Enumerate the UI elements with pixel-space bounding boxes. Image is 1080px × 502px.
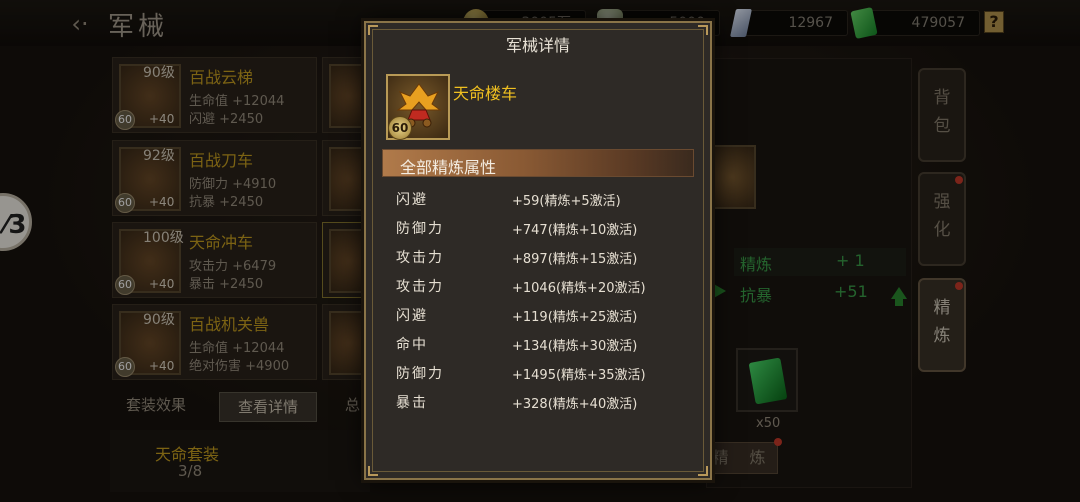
jade-icon <box>850 7 878 39</box>
attribute-value: +1495(精炼+35激活) <box>512 368 646 383</box>
equip-badge: 60 <box>115 357 135 377</box>
equip-stat: 闪避 +2450 <box>189 112 264 127</box>
refine-value: + 1 <box>836 251 865 270</box>
frame-corner <box>368 466 378 476</box>
equip-refine: +40 <box>149 277 175 291</box>
equip-refine: +40 <box>149 359 175 373</box>
tab-label: 背包 <box>933 88 951 136</box>
attribute-name: 闪避 <box>396 308 428 324</box>
attribute-name: 攻击力 <box>396 279 444 295</box>
jade-value: 479057 <box>911 15 965 31</box>
tab-backpack[interactable]: 背包 <box>918 68 966 162</box>
view-details-button[interactable]: 查看详情 <box>219 392 317 422</box>
page-title: 军械 <box>108 12 169 42</box>
attribute-row: 暴击 +328(精炼+40激活) <box>396 392 696 412</box>
crystal-resource[interactable]: 12967 <box>730 9 848 37</box>
refine-button[interactable]: 精 炼 <box>708 442 778 474</box>
equip-badge: 60 <box>115 275 135 295</box>
attribute-value: +134(精炼+30激活) <box>512 339 638 354</box>
equip-stat: 生命值 +12044 <box>189 94 285 109</box>
jade-resource[interactable]: 479057 <box>850 7 980 39</box>
equipment-detail-dialog: 军械详情 60 天命楼车 全部精炼属性 闪避 +59(精炼+5激活) 防御力 +… <box>364 21 712 480</box>
attribute-value: +59(精炼+5激活) <box>512 194 621 209</box>
tab-set-effect[interactable]: 套装效果 <box>126 394 186 415</box>
equip-level: 92级 <box>143 148 175 164</box>
attribute-name: 攻击力 <box>396 250 444 266</box>
attribute-row: 闪避 +59(精炼+5激活) <box>396 189 696 209</box>
attribute-value: +119(精炼+25激活) <box>512 310 638 325</box>
jade-icon <box>748 357 788 405</box>
equip-thumbnail <box>329 147 369 211</box>
equip-badge: 60 <box>115 193 135 213</box>
equip-stat: 抗暴 +2450 <box>189 195 264 210</box>
stat-label: 抗暴 <box>740 286 773 305</box>
equip-card[interactable]: 90级 60 +40 百战云梯 生命值 +12044 闪避 +2450 <box>112 57 317 133</box>
attribute-value: +747(精炼+10激活) <box>512 223 638 238</box>
tab-total[interactable]: 总 <box>345 394 360 415</box>
notification-dot <box>774 438 782 446</box>
help-icon[interactable]: ? <box>984 11 1004 33</box>
selected-equip-thumbnail <box>708 145 756 209</box>
item-icon: 60 <box>386 74 450 140</box>
set-panel <box>110 430 370 492</box>
attribute-row: 防御力 +747(精炼+10激活) <box>396 218 696 238</box>
attribute-row: 攻击力 +1046(精炼+20激活) <box>396 276 696 296</box>
frame-corner <box>698 466 708 476</box>
floating-assistant-icon[interactable]: ⁄3 <box>0 193 32 251</box>
stat-value: +51 <box>834 282 868 301</box>
equip-stat: 防御力 +4910 <box>189 177 277 192</box>
equip-stat: 攻击力 +6479 <box>189 259 277 274</box>
attribute-value: +328(精炼+40激活) <box>512 397 638 412</box>
equip-name: 天命冲车 <box>189 233 254 252</box>
equip-name: 百战刀车 <box>189 151 254 170</box>
crystal-value: 12967 <box>788 15 833 31</box>
equip-refine: +40 <box>149 195 175 209</box>
equip-name: 百战云梯 <box>189 68 254 87</box>
equip-thumbnail <box>329 229 369 293</box>
equip-stat: 生命值 +12044 <box>189 341 285 356</box>
equip-card[interactable]: 100级 60 +40 天命冲车 攻击力 +6479 暴击 +2450 <box>112 222 317 298</box>
attribute-row: 命中 +134(精炼+30激活) <box>396 334 696 354</box>
notification-dot <box>955 176 963 184</box>
attribute-value: +1046(精炼+20激活) <box>512 281 646 296</box>
equip-name: 百战机关兽 <box>189 315 270 334</box>
material-slot[interactable] <box>736 348 798 412</box>
equip-level: 90级 <box>143 65 175 81</box>
equip-level: 90级 <box>143 312 175 328</box>
equip-stat: 暴击 +2450 <box>189 277 264 292</box>
set-progress: 3/8 <box>178 462 203 480</box>
equip-card[interactable]: 92级 60 +40 百战刀车 防御力 +4910 抗暴 +2450 <box>112 140 317 216</box>
item-name: 天命楼车 <box>453 84 518 103</box>
attribute-name: 闪避 <box>396 192 428 208</box>
arrow-right-icon <box>712 283 726 299</box>
equip-refine: +40 <box>149 112 175 126</box>
equip-stat: 绝对伤害 +4900 <box>189 359 290 374</box>
crystal-icon <box>730 9 752 37</box>
attribute-value: +897(精炼+15激活) <box>512 252 638 267</box>
notification-dot <box>955 282 963 290</box>
attribute-name: 防御力 <box>396 366 444 382</box>
arrow-up-stem <box>895 298 903 306</box>
attribute-name: 暴击 <box>396 395 428 411</box>
equip-level: 100级 <box>143 230 184 246</box>
tab-enhance[interactable]: 强化 <box>918 172 966 266</box>
attribute-row: 闪避 +119(精炼+25激活) <box>396 305 696 325</box>
equip-thumbnail <box>329 64 369 128</box>
section-title: 全部精炼属性 <box>400 158 497 177</box>
material-qty: x50 <box>756 416 781 431</box>
equip-badge: 60 <box>115 110 135 130</box>
back-arrow-icon[interactable]: ‹· <box>66 10 94 38</box>
attribute-name: 防御力 <box>396 221 444 237</box>
attribute-row: 防御力 +1495(精炼+35激活) <box>396 363 696 383</box>
refine-label: 精炼 <box>740 255 773 274</box>
dialog-title: 军械详情 <box>505 36 570 55</box>
tab-label: 强化 <box>933 192 951 240</box>
level-badge: 60 <box>388 116 412 140</box>
tab-refine[interactable]: 精炼 <box>918 278 966 372</box>
attribute-row: 攻击力 +897(精炼+15激活) <box>396 247 696 267</box>
equip-card[interactable]: 90级 60 +40 百战机关兽 生命值 +12044 绝对伤害 +4900 <box>112 304 317 380</box>
equip-thumbnail <box>329 311 369 375</box>
tab-label: 精炼 <box>933 298 951 346</box>
attribute-name: 命中 <box>396 337 428 353</box>
